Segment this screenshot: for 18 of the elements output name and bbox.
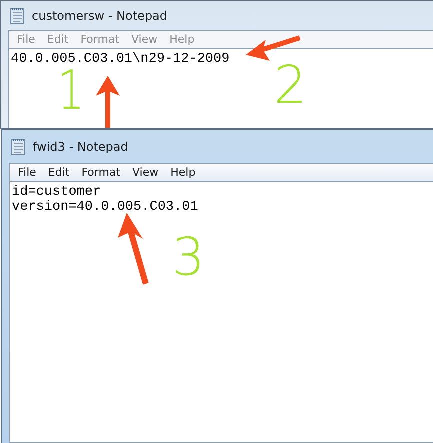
menu-item[interactable]: Help: [164, 166, 202, 179]
window-title: fwid3 - Notepad: [33, 140, 128, 154]
menu-item[interactable]: View: [126, 166, 165, 179]
menu-item[interactable]: File: [12, 166, 42, 179]
annotation-number: 1: [57, 64, 85, 118]
menu-item[interactable]: Edit: [42, 166, 76, 179]
annotation-number: 2: [274, 60, 308, 112]
text-line: version=40.0.005.C03.01: [12, 200, 200, 215]
annotation-number: 3: [172, 232, 206, 284]
text-line: id=customer: [12, 185, 102, 200]
text-line: 40.0.005.C03.01\n29-12-2009: [11, 52, 231, 67]
arrow: [96, 76, 120, 128]
window-title: customersw - Notepad: [32, 8, 168, 22]
arrow: [246, 36, 301, 61]
menu-item[interactable]: Format: [76, 166, 126, 179]
notepad-icon: [11, 138, 27, 156]
notepad-icon: [10, 6, 26, 24]
arrow: [118, 213, 149, 285]
